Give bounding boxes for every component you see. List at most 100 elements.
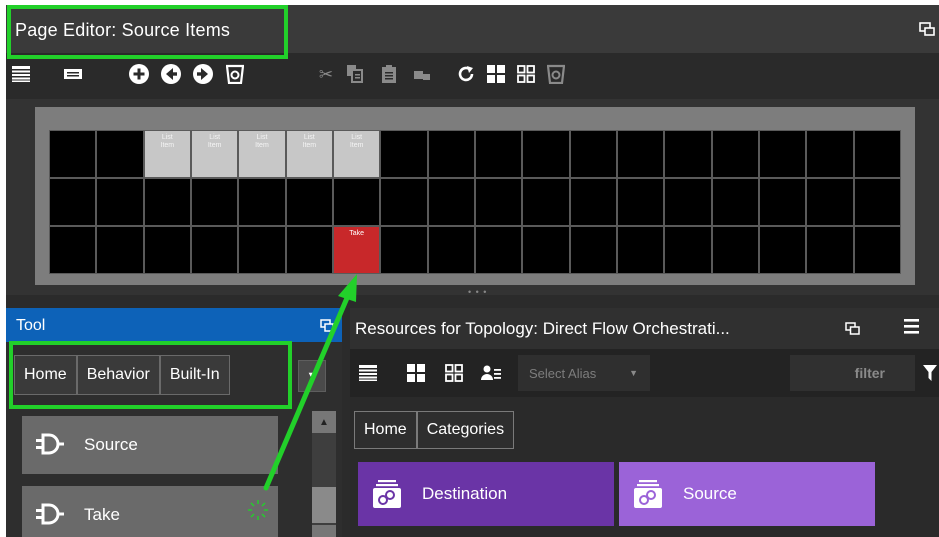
- grid-cell[interactable]: [286, 227, 332, 273]
- chevron-down-icon[interactable]: ▼: [298, 360, 326, 392]
- grid-cell[interactable]: [712, 131, 758, 177]
- grid-cell[interactable]: [50, 227, 96, 273]
- grid-cell[interactable]: [854, 227, 900, 273]
- grid-cell[interactable]: [523, 131, 569, 177]
- tool-panel-title: Tool: [16, 317, 46, 334]
- list-item-button[interactable]: List Item: [239, 131, 285, 177]
- copy-icon[interactable]: [344, 63, 366, 85]
- take-button[interactable]: Take: [333, 227, 380, 273]
- scroll-thumb[interactable]: [312, 487, 336, 523]
- forward-icon[interactable]: [192, 63, 214, 85]
- splitter-handle[interactable]: • • •: [468, 287, 487, 297]
- grid-cell[interactable]: [97, 131, 143, 177]
- grid-cell[interactable]: [381, 179, 427, 225]
- breadcrumb-categories[interactable]: Categories: [416, 411, 515, 449]
- list-item-button[interactable]: List Item: [333, 131, 380, 177]
- layer-dim-icon[interactable]: [545, 63, 567, 85]
- add-icon[interactable]: [128, 63, 150, 85]
- grid-cell[interactable]: [97, 227, 143, 273]
- grid-cell[interactable]: [807, 179, 853, 225]
- grid-cell[interactable]: [381, 131, 427, 177]
- grid-cell[interactable]: [523, 227, 569, 273]
- grid-cell[interactable]: [665, 131, 711, 177]
- grid-cell[interactable]: [854, 179, 900, 225]
- grid-cell[interactable]: [333, 179, 380, 225]
- grid-cell[interactable]: [712, 227, 758, 273]
- grid-large-icon[interactable]: [405, 362, 427, 384]
- grid-cell[interactable]: [759, 179, 806, 225]
- grid-cell[interactable]: [144, 179, 190, 225]
- cut-icon[interactable]: ✂: [315, 63, 337, 85]
- grid-cell[interactable]: [570, 227, 616, 273]
- grid-cell[interactable]: [807, 227, 853, 273]
- back-icon[interactable]: [160, 63, 182, 85]
- duplicate-icon[interactable]: [411, 63, 433, 85]
- list-item-button[interactable]: List Item: [286, 131, 332, 177]
- grid-cell[interactable]: [617, 131, 664, 177]
- layer-icon[interactable]: [224, 63, 246, 85]
- grid-cell[interactable]: [665, 227, 711, 273]
- grid-cell[interactable]: [191, 179, 238, 225]
- grid-cell[interactable]: [475, 131, 522, 177]
- grid-cell[interactable]: [239, 179, 285, 225]
- grid-small-icon[interactable]: [515, 63, 537, 85]
- breadcrumb-home[interactable]: Home: [354, 411, 417, 449]
- list-item-button[interactable]: List Item: [144, 131, 190, 177]
- grid-small-icon[interactable]: [443, 362, 465, 384]
- popout-icon[interactable]: [919, 22, 935, 36]
- alias-select[interactable]: Select Alias ▼: [518, 355, 650, 391]
- tool-item-take[interactable]: Take: [22, 486, 278, 537]
- list-item-label: List Item: [207, 134, 222, 149]
- filter-icon[interactable]: [923, 365, 937, 381]
- scroll-up-icon[interactable]: ▲: [312, 411, 336, 433]
- category-label: Source: [683, 484, 737, 503]
- grid-cell[interactable]: [144, 227, 190, 273]
- page-editor-canvas: List Item List Item List Item List Item List Item…: [6, 99, 939, 297]
- grid-cell[interactable]: [617, 179, 664, 225]
- category-icon: [373, 480, 401, 508]
- list-view-icon[interactable]: [357, 362, 379, 384]
- list-item-button[interactable]: List Item: [191, 131, 238, 177]
- grid-cell[interactable]: [428, 227, 474, 273]
- grid-cell[interactable]: [807, 131, 853, 177]
- alias-user-icon[interactable]: [480, 362, 502, 384]
- grid-cell[interactable]: [239, 227, 285, 273]
- button-grid: List Item List Item List Item List Item List Item…: [49, 130, 901, 274]
- popout-icon[interactable]: [320, 319, 334, 332]
- grid-cell[interactable]: [191, 227, 238, 273]
- grid-cell[interactable]: [523, 179, 569, 225]
- grid-cell[interactable]: [617, 227, 664, 273]
- scroll-down-icon[interactable]: [312, 525, 336, 537]
- grid-cell[interactable]: [712, 179, 758, 225]
- paste-icon[interactable]: [378, 63, 400, 85]
- grid-cell[interactable]: [475, 227, 522, 273]
- grid-cell[interactable]: [475, 179, 522, 225]
- grid-cell[interactable]: [570, 131, 616, 177]
- popout-icon[interactable]: [845, 322, 860, 335]
- grid-cell[interactable]: [50, 131, 96, 177]
- grid-cell[interactable]: [759, 227, 806, 273]
- scrollbar[interactable]: ▲: [312, 411, 336, 537]
- grid-cell[interactable]: [428, 131, 474, 177]
- refresh-icon[interactable]: [455, 63, 477, 85]
- tool-item-source[interactable]: Source: [22, 416, 278, 474]
- grid-cell[interactable]: [286, 179, 332, 225]
- menu-icon[interactable]: [902, 318, 924, 338]
- grid-cell[interactable]: [381, 227, 427, 273]
- grid-cell[interactable]: [570, 179, 616, 225]
- keyboard-icon[interactable]: [62, 63, 84, 85]
- category-destination[interactable]: Destination: [358, 462, 614, 526]
- grid-cell[interactable]: [665, 179, 711, 225]
- grid-cell[interactable]: [759, 131, 806, 177]
- resources-title: Resources for Topology: Direct Flow Orch…: [355, 319, 730, 338]
- grid-cell[interactable]: [50, 179, 96, 225]
- list-view-icon[interactable]: [10, 63, 32, 85]
- grid-cell[interactable]: [97, 179, 143, 225]
- grid-cell[interactable]: [428, 179, 474, 225]
- grid-cell[interactable]: [854, 131, 900, 177]
- tool-item-label: Take: [84, 505, 120, 524]
- category-source[interactable]: Source: [619, 462, 875, 526]
- grid-large-icon[interactable]: [485, 63, 507, 85]
- filter-input[interactable]: filter: [790, 355, 915, 391]
- page-editor-toolbar: ✂: [6, 53, 939, 99]
